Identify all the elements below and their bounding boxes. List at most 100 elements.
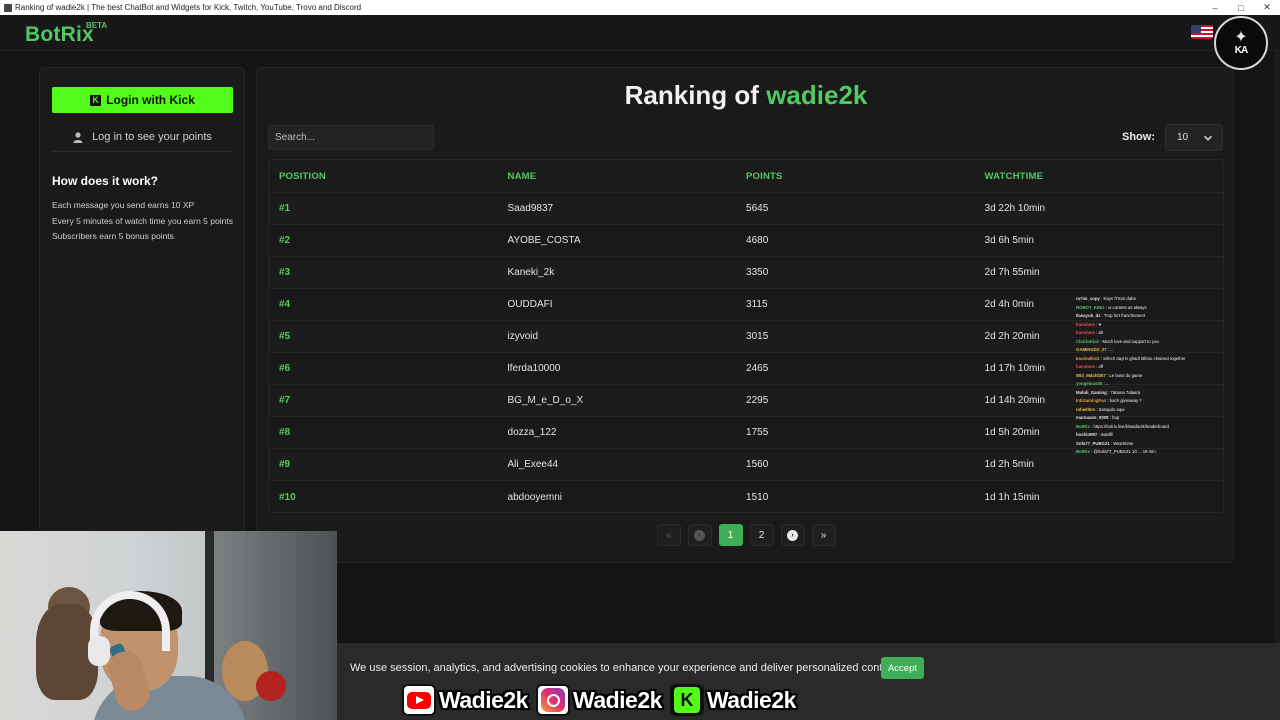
chat-username: ROBOT_KING xyxy=(1076,304,1105,310)
social-handle: Wadie2k xyxy=(439,686,528,713)
chat-username: Ir4iGamingFan xyxy=(1076,398,1107,403)
accept-cookies-button[interactable]: Accept xyxy=(881,657,924,679)
chat-text: : ... xyxy=(1103,381,1110,386)
cell-position: #5 xyxy=(279,331,291,342)
search-input[interactable] xyxy=(268,125,434,150)
chat-text: : Much love and support to you xyxy=(1100,338,1159,344)
chat-username: hamdane xyxy=(1076,364,1095,369)
chat-message: hamdane : off xyxy=(1076,363,1226,372)
page-size-select[interactable]: 10 xyxy=(1165,124,1223,151)
chat-text: : https://botrix.live/k/wadie2k/leaderbo… xyxy=(1091,423,1169,429)
cell-name: lferda10000 xyxy=(507,363,561,374)
cell-points: 3115 xyxy=(746,299,768,310)
cell-name: abdooyemni xyxy=(507,491,562,503)
window-title: Ranking of wadie2k | The best ChatBot an… xyxy=(15,3,362,12)
chat-text: : tranquilo aqui xyxy=(1096,406,1125,412)
cell-position: #8 xyxy=(279,427,291,438)
how-it-works-heading: How does it work? xyxy=(52,174,159,188)
page-button-1[interactable]: 1 xyxy=(718,524,743,546)
chat-text: : wa8llll xyxy=(1098,432,1113,437)
chat-text: : ... xyxy=(1107,347,1114,352)
cell-watchtime: 3d 6h 5min xyxy=(984,235,1034,246)
page-button-2[interactable]: 2 xyxy=(749,524,774,546)
cell-name: Ali_Exee44 xyxy=(507,459,559,470)
table-row: #1 Saad9837 5645 3d 22h 10min xyxy=(269,193,1223,225)
login-see-points-label: Log in to see your points xyxy=(92,131,212,143)
cell-points: 3350 xyxy=(746,267,769,278)
chat-username: Wid_Mdahl307 xyxy=(1076,372,1106,378)
chat-username: BotRix xyxy=(1076,449,1090,454)
chat-message: hamdane : ah xyxy=(1076,329,1226,338)
chat-username: BotRix xyxy=(1076,423,1090,429)
next-page-button[interactable]: › xyxy=(780,524,805,546)
chat-username: ra7im_copy xyxy=(1076,296,1100,301)
table-header: POSITION NAME POINTS WATCHTIME xyxy=(269,160,1223,193)
double-chevron-left-icon: « xyxy=(665,529,672,541)
how-it-works-item: Each message you send earns 10 XP xyxy=(52,200,195,210)
first-page-button[interactable]: « xyxy=(656,524,681,546)
prev-page-button[interactable]: ‹ xyxy=(687,524,712,546)
chat-message: hoshin997 : wa8llll xyxy=(1076,431,1226,440)
maximize-button[interactable]: □ xyxy=(1228,0,1254,15)
chat-text: : bach giveaway ? xyxy=(1107,398,1142,403)
channel-avatar: ✦ KA xyxy=(1214,16,1268,70)
chat-text: : Le boss du game xyxy=(1107,372,1143,378)
social-youtube: Wadie2k xyxy=(402,684,528,716)
column-header-points[interactable]: POINTS xyxy=(746,171,985,182)
how-it-works-item: Every 5 minutes of watch time you earn 5… xyxy=(52,215,233,226)
cell-points: 1560 xyxy=(746,459,769,470)
cell-name: Saad9837 xyxy=(507,203,554,214)
chat-username: hamdane xyxy=(1076,330,1095,335)
chat-message: CloCloKick : Much love and support to yo… xyxy=(1076,338,1226,347)
how-it-works-list: Each message you send earns 10 XP Every … xyxy=(52,199,233,246)
column-header-name[interactable]: NAME xyxy=(508,171,747,182)
chat-text: : ♥ xyxy=(1096,321,1102,327)
botrix-logo[interactable]: BotRix xyxy=(25,23,94,47)
kick-icon: K xyxy=(669,684,704,716)
scrollbar[interactable] xyxy=(1274,51,1280,720)
chat-message: Sofa77_PUBG21 : Watchtime xyxy=(1076,440,1226,449)
chat-text: : @Sofa77_PUBG21 10 ... 19 min. xyxy=(1091,449,1157,454)
chat-message: Ir4iGamingFan : bach giveaway ? xyxy=(1076,397,1226,406)
chat-message: GAMINGDZ_27 : ... xyxy=(1076,346,1226,355)
kick-icon: K xyxy=(90,94,102,106)
sidebar-divider xyxy=(52,151,233,152)
table-row: #2 AYOBE_COSTA 4680 3d 6h 5min xyxy=(269,225,1223,257)
chevron-down-icon xyxy=(1203,135,1213,141)
instagram-icon xyxy=(535,684,570,716)
chevron-left-icon: ‹ xyxy=(694,529,705,541)
chat-username: rafaeltkm xyxy=(1076,406,1096,412)
ball xyxy=(256,671,286,701)
chat-text: : off xyxy=(1096,364,1104,369)
cell-points: 3015 xyxy=(746,331,769,342)
login-see-points-link[interactable]: Log in to see your points xyxy=(52,126,233,148)
page-title-prefix: Ranking of xyxy=(624,80,759,110)
column-header-position[interactable]: POSITION xyxy=(269,171,508,182)
beta-badge: BETA xyxy=(86,21,108,30)
app-icon xyxy=(4,3,12,12)
chat-message: Wid_Mdahl307 : Le boss du game xyxy=(1076,372,1226,381)
last-page-button[interactable]: » xyxy=(811,524,836,546)
cell-name: izyvoid xyxy=(507,331,539,342)
double-chevron-right-icon: » xyxy=(820,529,827,541)
cell-name: Kaneki_2k xyxy=(507,267,555,278)
social-kick: K Wadie2k xyxy=(669,684,796,716)
chat-message: kouloulkick : 5rfech dayrin ghadi l3lbou… xyxy=(1076,355,1226,364)
chat-text: : ah xyxy=(1096,330,1104,335)
column-header-watchtime[interactable]: WATCHTIME xyxy=(985,171,1223,182)
chat-text: : 5rfech dayrin ghadi l3lbou chained tog… xyxy=(1100,355,1186,361)
social-handle: Wadie2k xyxy=(572,686,662,713)
page-title: Ranking of wadie2k xyxy=(257,80,1235,111)
chat-username: hamdane xyxy=(1076,321,1095,327)
chat-message: Ilasayub_dz : Trop fort franchement xyxy=(1076,312,1226,321)
chat-overlay: ra7im_copy : Kayn l7mar dabe ROBOT_KING :… xyxy=(1076,295,1226,461)
cell-watchtime: 1d 1h 15min xyxy=(984,491,1040,503)
social-handle: Wadie2k xyxy=(706,686,796,713)
close-button[interactable]: ✕ xyxy=(1254,0,1280,15)
how-it-works-item: Subscribers earn 5 bonus points xyxy=(52,231,174,241)
login-with-kick-button[interactable]: K Login with Kick xyxy=(52,87,233,113)
chat-text: : Kayn l7mar dabe xyxy=(1101,296,1136,301)
cookie-text: We use session, analytics, and advertisi… xyxy=(350,662,901,674)
minimize-button[interactable]: – xyxy=(1202,0,1228,15)
us-flag-icon[interactable] xyxy=(1191,25,1213,39)
